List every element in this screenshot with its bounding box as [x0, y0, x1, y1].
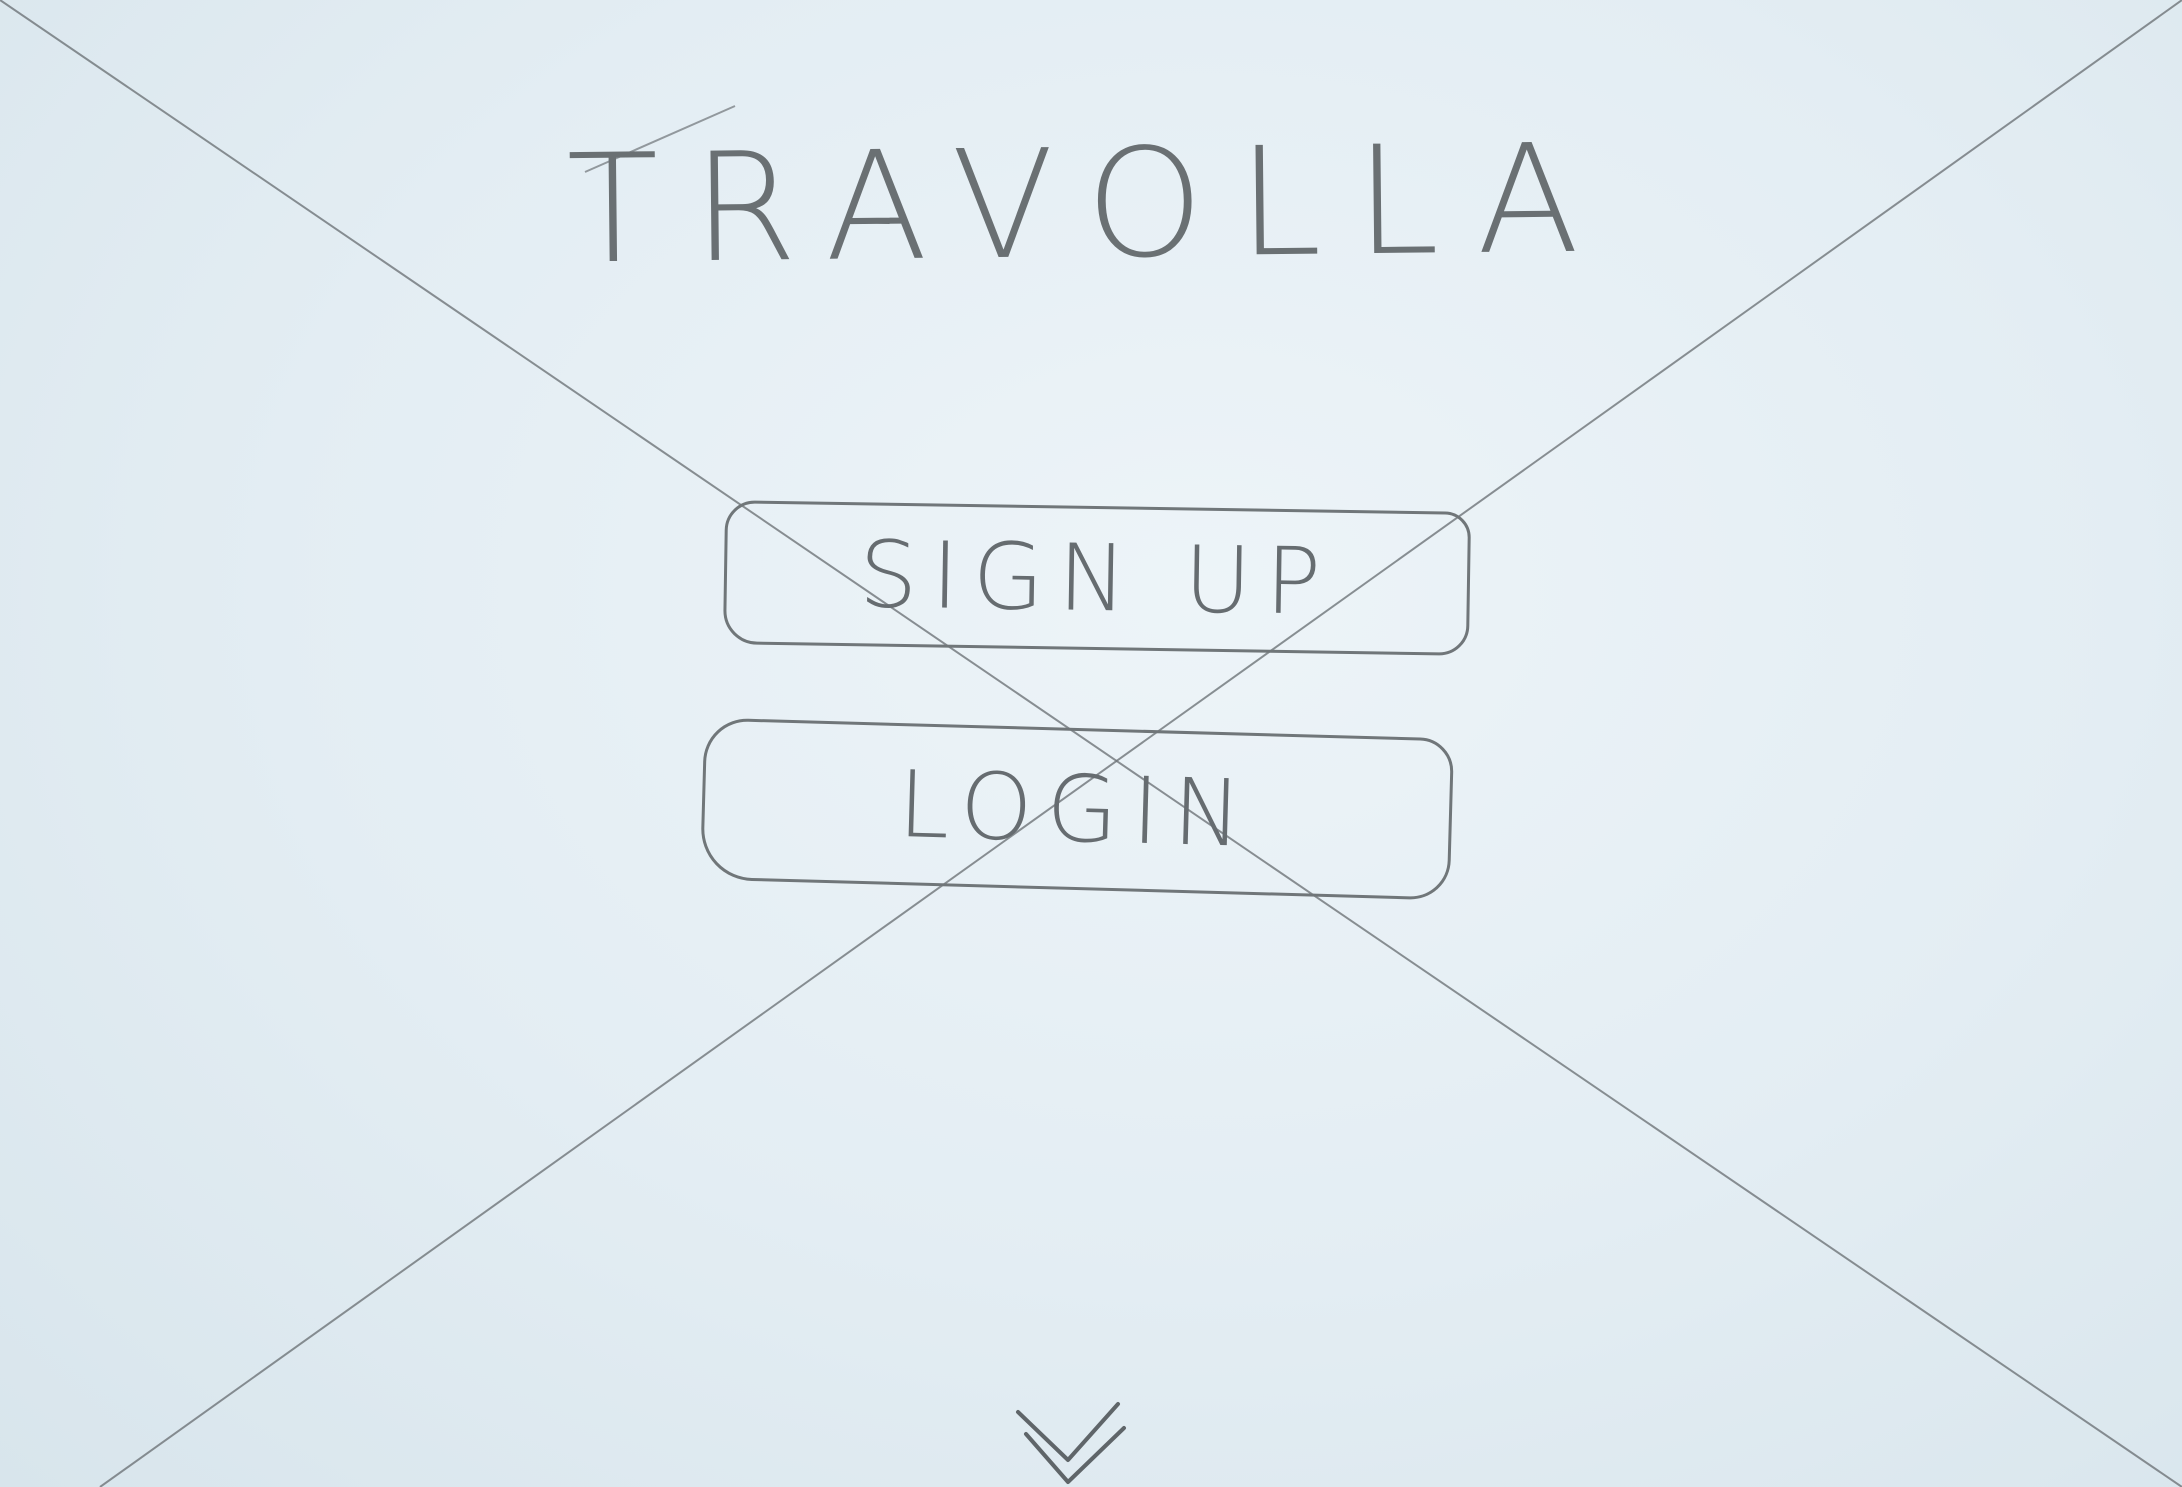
wireframe-screen: TRAVOLLA SIGN UP LOGIN: [0, 0, 2182, 1487]
sign-up-button[interactable]: SIGN UP: [722, 500, 1472, 656]
login-button[interactable]: LOGIN: [699, 717, 1455, 901]
app-title: TRAVOLLA: [566, 112, 1614, 298]
login-label: LOGIN: [896, 750, 1258, 868]
sign-up-label: SIGN UP: [858, 520, 1336, 636]
chevron-down-icon[interactable]: [1010, 1394, 1132, 1487]
